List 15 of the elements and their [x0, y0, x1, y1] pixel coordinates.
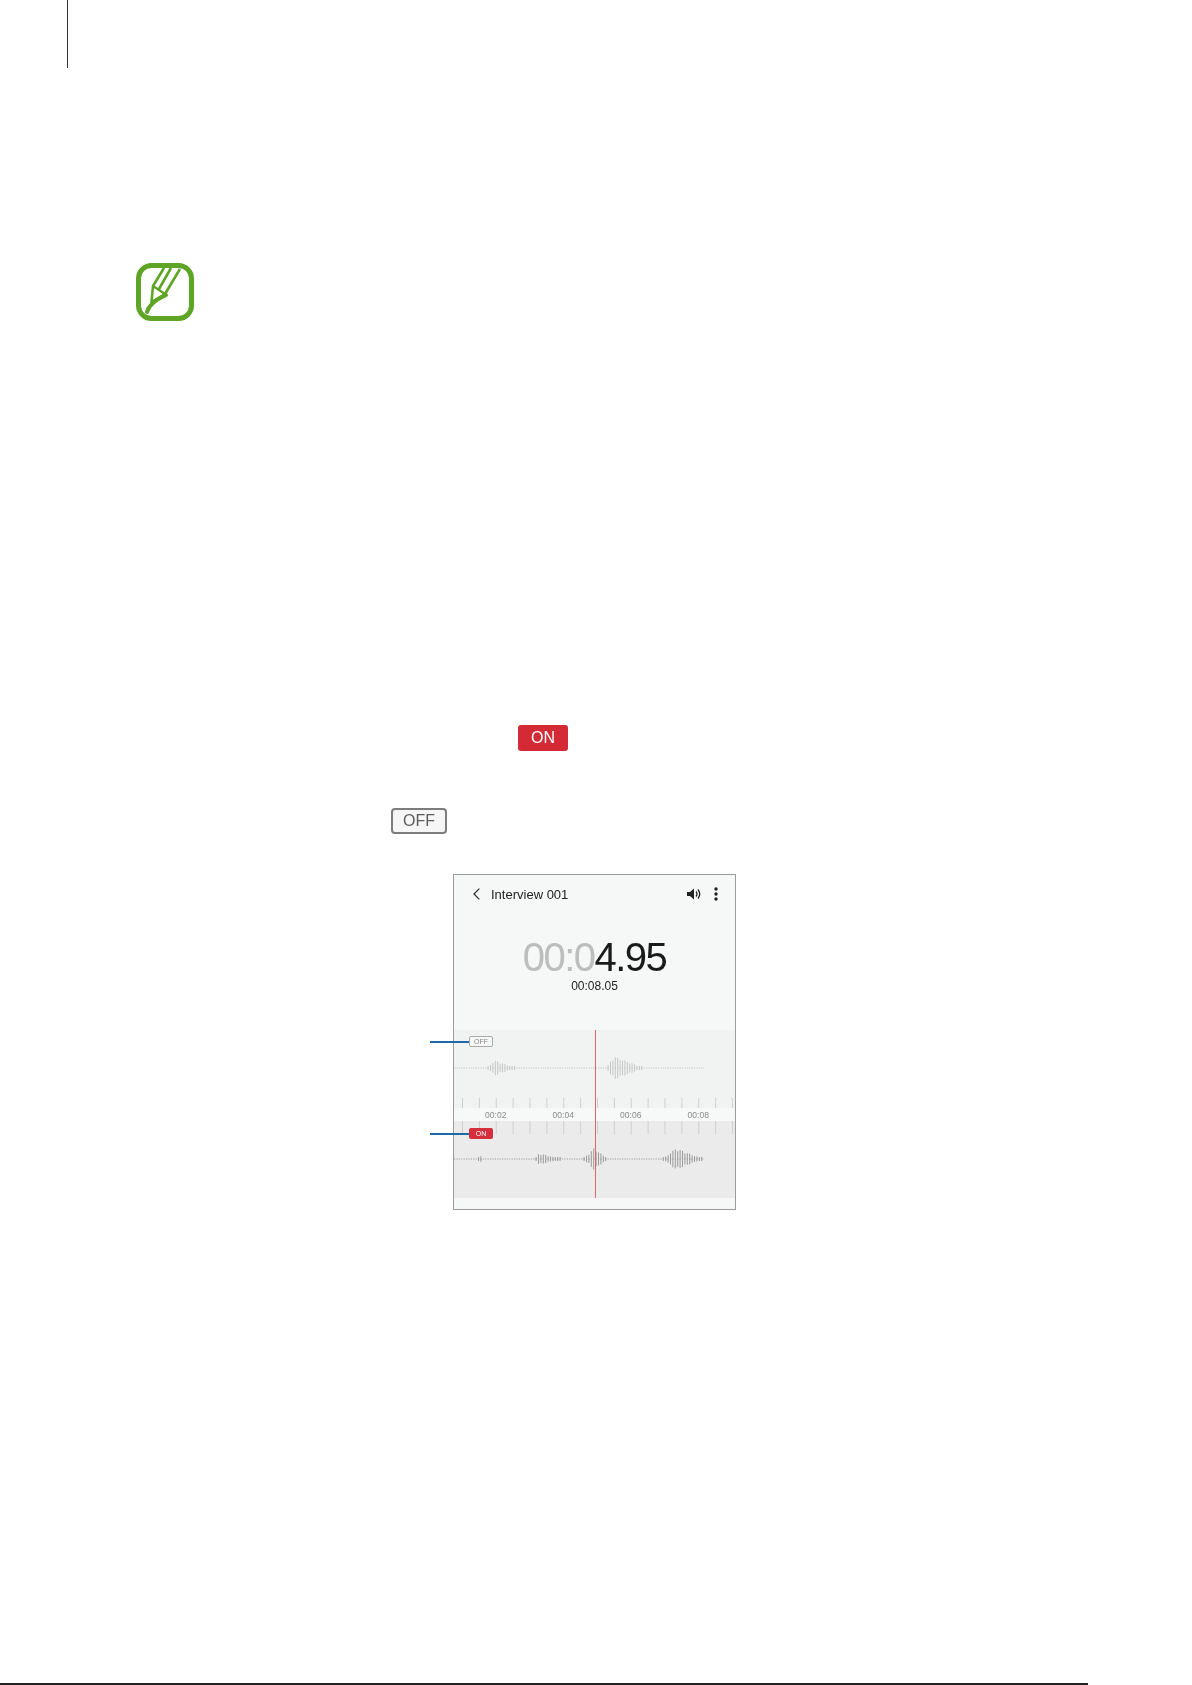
- toggle-button[interactable]: ON: [518, 725, 568, 751]
- speaker-icon[interactable]: [687, 888, 701, 900]
- total-duration: 00:08.05: [571, 979, 618, 993]
- leader-line: [430, 1133, 469, 1135]
- time-label: 00:08: [686, 1109, 710, 1120]
- toggle-button[interactable]: OFF: [391, 808, 447, 834]
- pencil-icon: [136, 263, 194, 321]
- time-label: 00:06: [619, 1109, 643, 1120]
- elapsed-time: 00:04.95: [522, 935, 667, 979]
- chevron-left-icon[interactable]: [473, 888, 480, 900]
- time-label: 00:02: [484, 1109, 508, 1120]
- kebab-menu-icon[interactable]: [714, 887, 718, 901]
- leader-line: [430, 1041, 469, 1043]
- time-label: 00:04: [551, 1109, 575, 1120]
- recording-title: Interview 001: [491, 886, 569, 902]
